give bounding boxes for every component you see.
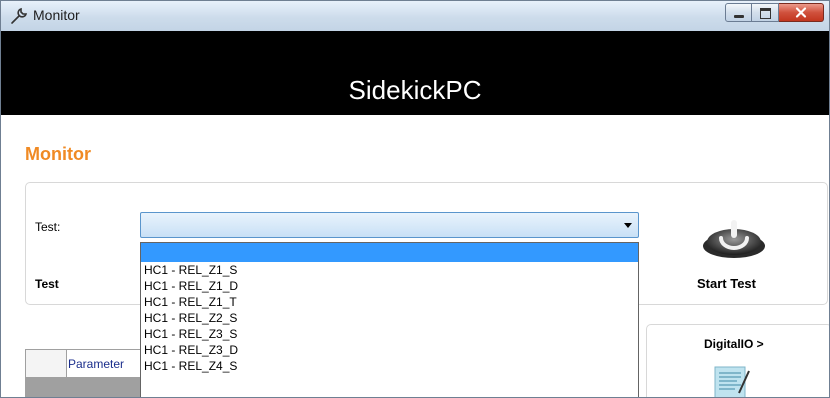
start-test-button[interactable]: Start Test	[697, 276, 756, 291]
app-header: SidekickPC	[1, 65, 829, 115]
grid-row-header[interactable]	[26, 350, 67, 377]
window-controls	[725, 3, 824, 23]
section-title: Monitor	[25, 144, 91, 164]
chevron-down-icon[interactable]	[624, 223, 632, 228]
dropdown-item[interactable]: HC1 - REL_Z3_S	[141, 326, 638, 342]
monitor-window: Monitor SidekickPC Monitor Test: Test St…	[0, 0, 830, 398]
maximize-icon	[760, 8, 771, 19]
maximize-button[interactable]	[752, 3, 779, 22]
grid-header-row: Parameter	[26, 350, 154, 378]
header-band	[1, 31, 829, 65]
dropdown-item[interactable]: HC1 - REL_Z1_T	[141, 294, 638, 310]
digitalio-link[interactable]: DigitalIO >	[704, 337, 764, 351]
dropdown-item[interactable]: HC1 - REL_Z2_S	[141, 310, 638, 326]
close-button[interactable]	[779, 3, 824, 22]
minimize-icon	[734, 15, 744, 18]
dropdown-item[interactable]: HC1 - REL_Z1_D	[141, 278, 638, 294]
wrench-icon	[11, 7, 28, 24]
test-combobox[interactable]	[140, 212, 639, 238]
power-button-icon[interactable]	[699, 214, 769, 260]
parameter-grid[interactable]: Parameter	[25, 349, 155, 397]
dropdown-item[interactable]: HC1 - REL_Z3_D	[141, 342, 638, 358]
minimize-button[interactable]	[725, 3, 752, 22]
dropdown-item[interactable]: HC1 - REL_Z1_S	[141, 262, 638, 278]
dropdown-item[interactable]: HC1 - REL_Z4_S	[141, 358, 638, 374]
title-bar[interactable]: Monitor	[1, 1, 829, 32]
digital-io-icon[interactable]	[713, 363, 751, 398]
close-icon	[795, 7, 807, 18]
window-title: Monitor	[33, 7, 80, 23]
test-dropdown-list[interactable]: HC1 - REL_Z1_S HC1 - REL_Z1_D HC1 - REL_…	[140, 242, 639, 397]
dropdown-item-empty[interactable]	[141, 243, 638, 262]
test-status-label: Test	[35, 277, 59, 291]
test-combo-label: Test:	[35, 220, 61, 234]
grid-column-parameter[interactable]: Parameter	[68, 357, 124, 371]
